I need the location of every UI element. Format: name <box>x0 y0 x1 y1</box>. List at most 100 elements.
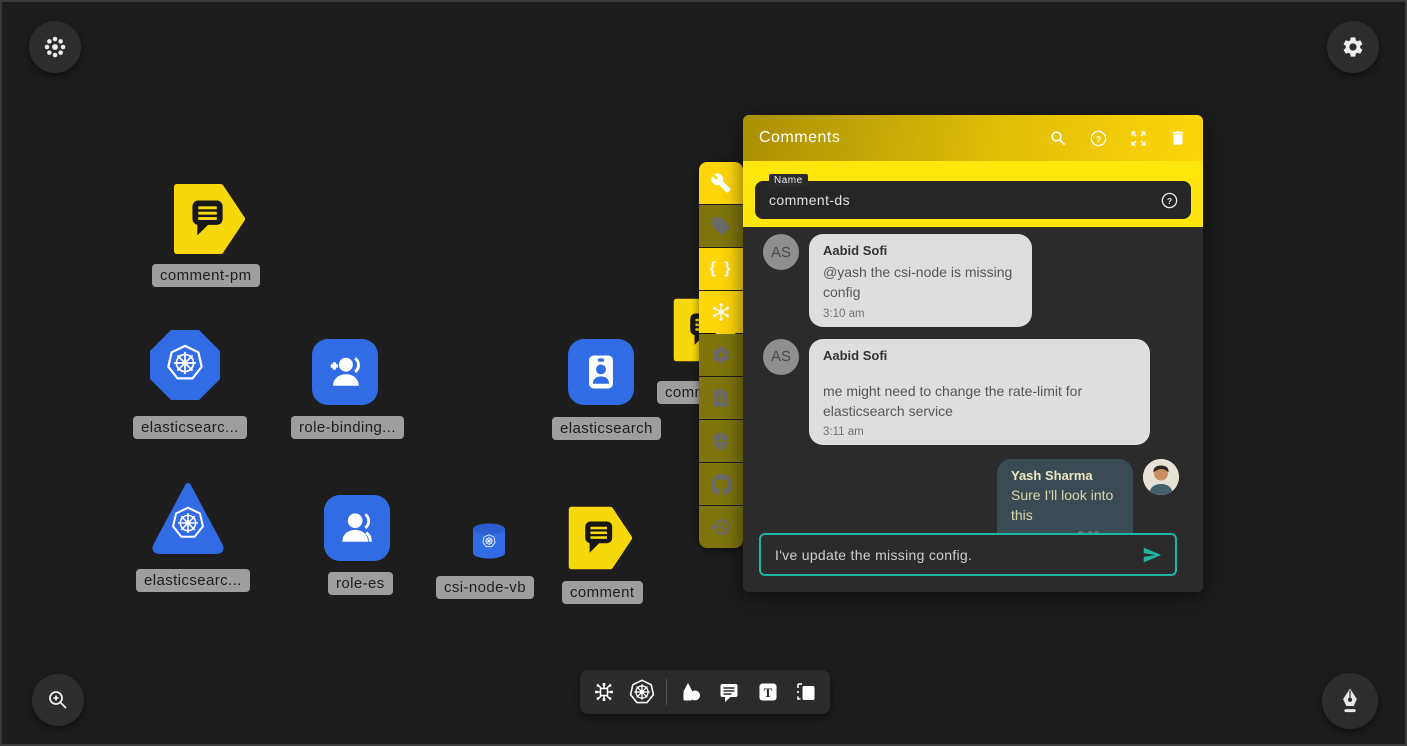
kubernetes-wheel-icon <box>482 534 496 553</box>
text-tool-icon: T <box>756 680 780 704</box>
id-badge-icon <box>579 350 623 394</box>
comment-time: 3:11 am <box>823 426 1136 438</box>
pen-tool-button[interactable] <box>1322 673 1378 729</box>
toolbar-divider <box>666 679 667 705</box>
kubernetes-icon <box>629 679 655 705</box>
panel-title: Comments <box>759 129 1049 147</box>
comment-input[interactable] <box>773 546 1141 564</box>
comments-panel: Comments ? Name <box>743 115 1203 592</box>
tool-settings-button[interactable] <box>699 334 743 376</box>
node-elasticsearch-service-account[interactable] <box>568 339 634 405</box>
braces-icon: { } <box>710 260 733 278</box>
node-label-comment: comment <box>562 581 643 604</box>
node-label-elasticsearch-octagon: elasticsearc... <box>133 416 247 439</box>
kubernetes-flower-icon <box>42 34 68 60</box>
name-field-wrap: Name ? <box>755 181 1191 219</box>
node-label-elasticsearch: elasticsearch <box>552 417 661 440</box>
node-label-role-es: role-es <box>328 572 393 595</box>
shapes-tool-button[interactable] <box>676 677 706 707</box>
github-icon <box>711 474 732 495</box>
expand-icon[interactable] <box>1129 129 1148 148</box>
components-tool-button[interactable] <box>589 677 619 707</box>
tool-history-button[interactable] <box>699 506 743 548</box>
text-tool-button[interactable]: T <box>753 677 783 707</box>
svg-text:T: T <box>763 685 772 700</box>
user-icon <box>335 506 379 550</box>
shield-icon <box>711 431 731 451</box>
tool-file-search-button[interactable] <box>699 377 743 419</box>
user-plus-icon <box>323 350 367 394</box>
flip-front-icon <box>794 680 818 704</box>
help-icon[interactable]: ? <box>1089 129 1108 148</box>
kubernetes-tool-button[interactable] <box>627 677 657 707</box>
circuit-node-icon <box>592 680 616 704</box>
node-elasticsearch-octagon[interactable] <box>150 330 220 400</box>
node-csi-node-vb[interactable] <box>471 522 507 565</box>
tool-configure-button[interactable] <box>699 162 743 204</box>
svg-text:?: ? <box>1167 195 1172 205</box>
comment-author: Yash Sharma <box>1011 468 1119 483</box>
node-elasticsearch-triangle[interactable] <box>150 480 226 561</box>
comments-thread[interactable]: AS Aabid Sofi @yash the csi-node is miss… <box>743 227 1203 533</box>
node-label-comment-pm: comment-pm <box>152 264 260 287</box>
node-label-role-binding: role-binding... <box>291 416 404 439</box>
settings-button[interactable] <box>1327 21 1379 73</box>
name-input[interactable] <box>767 191 1160 209</box>
avatar-photo <box>1143 459 1179 495</box>
field-help-icon[interactable]: ? <box>1160 191 1179 210</box>
comment-composer <box>759 533 1177 576</box>
file-search-icon <box>711 388 731 408</box>
hub-icon <box>710 301 732 323</box>
wrench-icon <box>711 173 731 193</box>
svg-text:?: ? <box>1096 133 1101 143</box>
tool-json-button[interactable]: { } <box>699 248 743 290</box>
gear-icon <box>1341 35 1365 59</box>
tool-github-button[interactable] <box>699 463 743 505</box>
menu-kubernetes-button[interactable] <box>29 21 81 73</box>
gear-icon <box>711 345 731 365</box>
comment-bubble: Aabid Sofi me might need to change the r… <box>809 339 1150 446</box>
tool-shield-button[interactable] <box>699 420 743 462</box>
zoom-in-icon <box>46 688 70 712</box>
pen-nib-icon <box>1335 686 1365 716</box>
comments-panel-header: Comments ? <box>743 115 1203 161</box>
comment-text: Sure I'll look into this <box>1011 485 1119 526</box>
tag-icon <box>711 216 731 236</box>
shape-palette-toolbar: T <box>580 670 830 714</box>
comment-time: 3:10 am <box>823 308 1018 320</box>
comment-pennant-shape <box>172 182 246 256</box>
send-icon[interactable] <box>1141 544 1163 566</box>
node-label-csi-node-vb: csi-node-vb <box>436 576 534 599</box>
history-icon <box>711 517 731 537</box>
design-canvas[interactable]: comment-pm elasticsearc... role-binding.… <box>0 0 1407 746</box>
tool-hub-button[interactable] <box>699 291 743 333</box>
tool-tag-button[interactable] <box>699 205 743 247</box>
comment-message: AS Aabid Sofi me might need to change th… <box>763 339 1183 446</box>
avatar-initials: AS <box>763 234 799 270</box>
comment-text: me might need to change the rate-limit f… <box>823 381 1136 422</box>
comment-pennant-shape <box>567 505 633 571</box>
zoom-in-button[interactable] <box>32 674 84 726</box>
comment-message-own: Yash Sharma Sure I'll look into this 3:2… <box>763 459 1179 533</box>
comment-bubble: Yash Sharma Sure I'll look into this 3:2… <box>997 459 1133 533</box>
node-name-section: Name ? <box>743 161 1203 227</box>
person-photo <box>1143 459 1179 495</box>
node-comment-pm[interactable] <box>172 182 246 261</box>
flip-front-tool-button[interactable] <box>791 677 821 707</box>
comment-icon <box>717 680 741 704</box>
delete-icon[interactable] <box>1169 129 1187 147</box>
comment-author: Aabid Sofi <box>823 243 1018 258</box>
node-role-binding[interactable] <box>312 339 378 405</box>
kubernetes-wheel-icon <box>171 506 205 545</box>
node-comment[interactable] <box>567 505 633 576</box>
comment-text: @yash the csi-node is missing config <box>823 262 1018 303</box>
node-role-es[interactable] <box>324 495 390 561</box>
name-field-label: Name <box>769 174 808 187</box>
avatar-initials: AS <box>763 339 799 375</box>
shapes-icon <box>679 680 703 704</box>
comment-tool-button[interactable] <box>714 677 744 707</box>
node-label-elasticsearch-triangle: elasticsearc... <box>136 569 250 592</box>
comment-bubble: Aabid Sofi @yash the csi-node is missing… <box>809 234 1032 327</box>
search-icon[interactable] <box>1049 129 1068 148</box>
comment-message: AS Aabid Sofi @yash the csi-node is miss… <box>763 234 1183 327</box>
